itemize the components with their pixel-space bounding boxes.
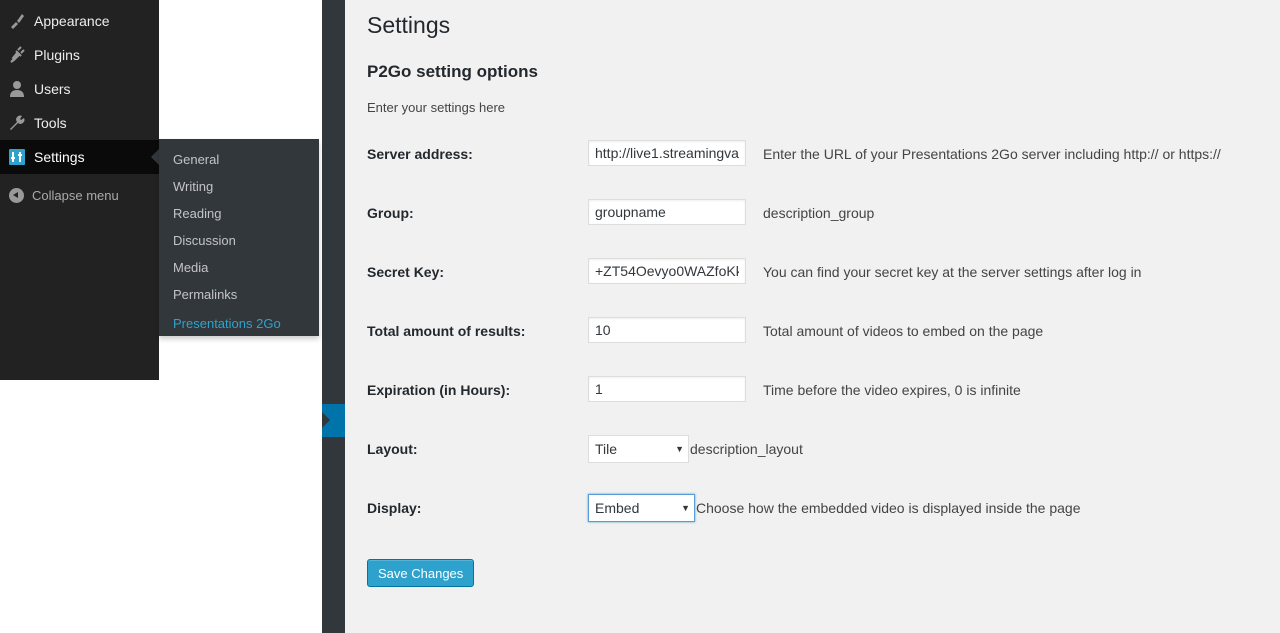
save-changes-button[interactable]: Save Changes — [367, 559, 475, 587]
total-results-label: Total amount of results: — [367, 323, 526, 339]
submenu-item-presentations-2go[interactable]: Presentations 2Go — [173, 316, 281, 331]
secret-key-row: Secret Key: You can find your secret key… — [367, 258, 1267, 288]
menu-label: Plugins — [34, 47, 80, 63]
secret-key-description: You can find your secret key at the serv… — [763, 264, 1142, 280]
menu-label: Settings — [34, 149, 85, 165]
server-address-description: Enter the URL of your Presentations 2Go … — [763, 146, 1221, 162]
menu-label: Tools — [34, 115, 67, 131]
display-description: Choose how the embedded video is display… — [696, 500, 1081, 516]
total-results-input[interactable] — [588, 317, 746, 343]
menu-item-users[interactable]: Users — [0, 72, 159, 106]
plug-icon — [7, 45, 27, 65]
submenu-item-writing[interactable]: Writing — [173, 179, 213, 194]
layout-label: Layout: — [367, 441, 418, 457]
submenu-item-discussion[interactable]: Discussion — [173, 233, 236, 248]
total-results-row: Total amount of results: Total amount of… — [367, 317, 1267, 347]
wrench-icon — [7, 113, 27, 133]
collapse-arrow-icon — [9, 187, 24, 203]
intro-text: Enter your settings here — [367, 100, 506, 115]
layout-row: Layout: Tile ▼ description_layout — [367, 435, 1267, 465]
layout-description: description_layout — [690, 441, 803, 457]
submenu-item-permalinks[interactable]: Permalinks — [173, 287, 237, 302]
server-address-row: Server address: Enter the URL of your Pr… — [367, 140, 1267, 170]
secret-key-input[interactable] — [588, 258, 746, 284]
layout-selected-value: Tile — [595, 441, 618, 457]
settings-content: Settings P2Go setting options Enter your… — [345, 0, 1280, 633]
collapse-label: Collapse menu — [32, 187, 119, 203]
expiration-input[interactable] — [588, 376, 746, 402]
menu-item-appearance[interactable]: Appearance — [0, 4, 159, 38]
current-menu-marker — [322, 404, 345, 437]
menu-item-tools[interactable]: Tools — [0, 106, 159, 140]
expiration-description: Time before the video expires, 0 is infi… — [763, 382, 1021, 398]
display-row: Display: Embed ▼ Choose how the embedded… — [367, 494, 1267, 524]
server-address-label: Server address: — [367, 146, 473, 162]
paintbrush-icon — [7, 11, 27, 31]
collapse-menu-button[interactable]: Collapse menu — [0, 181, 159, 209]
group-row: Group: description_group — [367, 199, 1267, 229]
menu-item-settings[interactable]: Settings — [0, 140, 159, 174]
section-title: P2Go setting options — [367, 62, 538, 81]
display-selected-value: Embed — [595, 500, 640, 516]
group-label: Group: — [367, 205, 414, 221]
total-results-description: Total amount of videos to embed on the p… — [763, 323, 1044, 339]
admin-menu: Appearance Plugins Users Tools Settings … — [0, 0, 159, 380]
expiration-label: Expiration (in Hours): — [367, 382, 511, 398]
server-address-input[interactable] — [588, 140, 746, 166]
layout-select[interactable]: Tile ▼ — [588, 435, 689, 463]
dropdown-arrow-icon: ▼ — [675, 444, 684, 454]
submenu-item-reading[interactable]: Reading — [173, 206, 221, 221]
group-input[interactable] — [588, 199, 746, 225]
display-select[interactable]: Embed ▼ — [588, 494, 695, 522]
expiration-row: Expiration (in Hours): Time before the v… — [367, 376, 1267, 406]
menu-label: Appearance — [34, 13, 110, 29]
settings-icon — [7, 147, 27, 167]
user-icon — [7, 79, 27, 99]
display-label: Display: — [367, 500, 422, 516]
menu-label: Users — [34, 81, 71, 97]
menu-divider-strip — [322, 0, 345, 633]
dropdown-arrow-icon: ▼ — [681, 503, 690, 513]
page-title: Settings — [367, 12, 451, 38]
secret-key-label: Secret Key: — [367, 264, 445, 280]
submenu-item-media[interactable]: Media — [173, 260, 208, 275]
group-description: description_group — [763, 205, 875, 221]
submenu-item-general[interactable]: General — [173, 152, 219, 167]
settings-submenu: General Writing Reading Discussion Media… — [159, 139, 319, 336]
menu-item-plugins[interactable]: Plugins — [0, 38, 159, 72]
